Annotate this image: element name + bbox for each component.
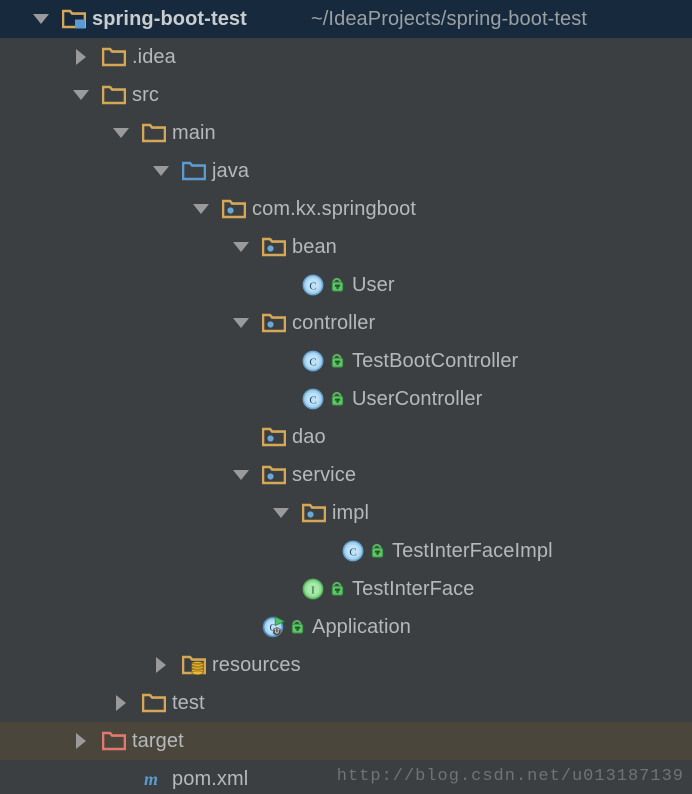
chevron-down-icon[interactable] [110,114,132,152]
tree-row[interactable]: C User [0,266,692,304]
tree-row-label: spring-boot-test [92,8,247,30]
tree-row-label: .idea [132,46,176,68]
package-icon [262,456,288,494]
tree-row-label: UserController [352,388,483,410]
tree-row-label: com.kx.springboot [252,198,416,220]
tree-row[interactable]: test [0,684,692,722]
chevron-down-icon[interactable] [270,494,292,532]
svg-text:m: m [144,769,158,789]
java-class-icon: C [302,342,328,380]
tree-row-label: resources [212,654,301,676]
tree-row-label: controller [292,312,376,334]
tree-row[interactable]: main [0,114,692,152]
tree-row-label: TestInterFaceImpl [392,540,553,562]
tree-row[interactable]: resources [0,646,692,684]
tree-row-label: src [132,84,159,106]
package-icon [262,304,288,342]
public-unlocked-icon [328,570,348,608]
folder-icon [102,38,128,76]
tree-row[interactable]: com.kx.springboot [0,190,692,228]
package-icon [302,494,328,532]
tree-row[interactable]: .idea [0,38,692,76]
package-icon [262,228,288,266]
folder-icon [142,114,168,152]
tree-row-label: test [172,692,205,714]
tree-row-label: target [132,730,184,752]
project-tree-panel: spring-boot-test ~/IdeaProjects/spring-bo… [0,0,692,794]
java-interface-icon: I [302,570,328,608]
svg-text:C: C [349,546,356,558]
tree-row-label: TestInterFace [352,578,475,600]
tree-row[interactable]: C Application [0,608,692,646]
tree-row-label: pom.xml [172,768,249,790]
svg-text:C: C [309,280,316,292]
svg-text:I: I [311,584,315,596]
runnable-java-class-icon: C [262,608,288,646]
tree-row[interactable]: I TestInterFace [0,570,692,608]
package-icon [262,418,288,456]
tree-row[interactable]: service [0,456,692,494]
tree-row-label: Application [312,616,411,638]
tree-row-label: dao [292,426,326,448]
java-class-icon: C [342,532,368,570]
chevron-right-icon[interactable] [110,684,132,722]
tree-row[interactable]: impl [0,494,692,532]
tree-row-label: service [292,464,357,486]
tree-row-label: impl [332,502,370,524]
source-root-folder-icon [182,152,208,190]
chevron-down-icon[interactable] [230,456,252,494]
tree-row[interactable]: src [0,76,692,114]
chevron-down-icon[interactable] [150,152,172,190]
folder-icon [142,684,168,722]
chevron-right-icon[interactable] [70,38,92,76]
tree-row-label: User [352,274,395,296]
tree-row[interactable]: C TestBootController [0,342,692,380]
java-class-icon: C [302,266,328,304]
project-folder-icon [62,0,88,38]
tree-row[interactable]: C TestInterFaceImpl [0,532,692,570]
chevron-down-icon[interactable] [70,76,92,114]
public-unlocked-icon [328,342,348,380]
package-icon [222,190,248,228]
tree-row[interactable]: spring-boot-test ~/IdeaProjects/spring-bo… [0,0,692,38]
resources-root-folder-icon [182,646,208,684]
tree-row-label: TestBootController [352,350,519,372]
chevron-down-icon[interactable] [230,228,252,266]
java-class-icon: C [302,380,328,418]
tree-row[interactable]: java [0,152,692,190]
maven-pom-icon: m [142,760,168,794]
tree-row[interactable]: target [0,722,692,760]
tree-row-label: bean [292,236,337,258]
public-unlocked-icon [328,380,348,418]
excluded-folder-icon [102,722,128,760]
svg-text:C: C [309,394,316,406]
public-unlocked-icon [328,266,348,304]
project-path-label: ~/IdeaProjects/spring-boot-test [311,8,588,30]
chevron-right-icon[interactable] [150,646,172,684]
svg-text:C: C [309,356,316,368]
watermark-text: http://blog.csdn.net/u013187139 [336,767,684,786]
public-unlocked-icon [288,608,308,646]
tree-row[interactable]: bean [0,228,692,266]
public-unlocked-icon [368,532,388,570]
chevron-right-icon[interactable] [70,722,92,760]
tree-row[interactable]: controller [0,304,692,342]
folder-icon [102,76,128,114]
chevron-down-icon[interactable] [230,304,252,342]
tree-row[interactable]: C UserController [0,380,692,418]
tree-row-label: java [212,160,250,182]
chevron-down-icon[interactable] [30,0,52,38]
tree-row-label: main [172,122,216,144]
project-tree[interactable]: spring-boot-test ~/IdeaProjects/spring-bo… [0,0,692,794]
chevron-down-icon[interactable] [190,190,212,228]
tree-row[interactable]: dao [0,418,692,456]
